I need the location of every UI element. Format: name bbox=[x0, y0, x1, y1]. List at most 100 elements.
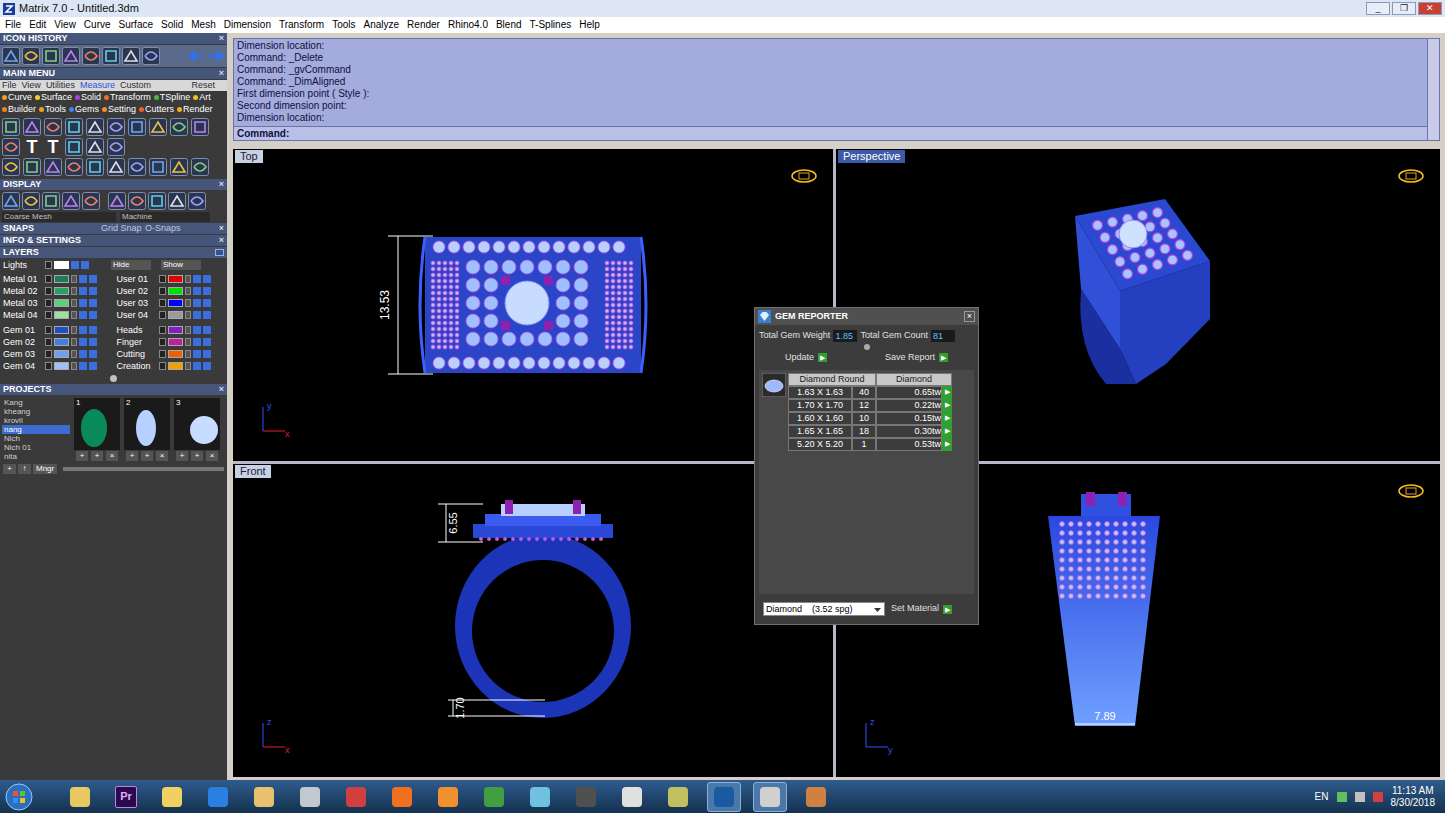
project-list-button[interactable]: ↑ bbox=[18, 464, 31, 474]
menu-item[interactable]: Tools bbox=[332, 20, 355, 30]
window-control-button[interactable]: _ bbox=[1366, 2, 1390, 15]
layer-visible-icon[interactable] bbox=[79, 311, 87, 319]
layer-color-swatch[interactable] bbox=[168, 287, 183, 295]
reset-button[interactable]: Reset bbox=[191, 80, 225, 91]
gem-row-button[interactable]: ▶ bbox=[942, 386, 952, 399]
layer-select-icon[interactable] bbox=[89, 350, 97, 358]
tool-icon[interactable] bbox=[102, 47, 120, 65]
gem-row-button[interactable]: ▶ bbox=[942, 438, 952, 451]
viewport-label[interactable]: Front bbox=[235, 465, 271, 478]
layer-visible-icon[interactable] bbox=[193, 326, 201, 334]
layer-color-swatch[interactable] bbox=[168, 311, 183, 319]
layer-select-icon[interactable] bbox=[89, 326, 97, 334]
tool-icon[interactable] bbox=[142, 47, 160, 65]
viewport[interactable]: 6.551.70Frontzx bbox=[233, 464, 833, 777]
start-button-icon[interactable] bbox=[4, 782, 34, 812]
menu-item[interactable]: Transform bbox=[279, 20, 324, 30]
manager-button[interactable]: Mngr bbox=[33, 464, 57, 474]
menu-item[interactable]: Mesh bbox=[191, 20, 215, 30]
taskbar-app[interactable] bbox=[753, 782, 787, 812]
project-item[interactable]: kheang bbox=[2, 407, 70, 416]
thumbnail-button[interactable]: + bbox=[76, 451, 88, 461]
tool-icon[interactable] bbox=[22, 47, 40, 65]
category-item[interactable]: Tools bbox=[39, 104, 66, 115]
layer-arrow-icon[interactable] bbox=[159, 275, 166, 283]
layer-arrow-icon[interactable] bbox=[159, 311, 166, 319]
layer-select-icon[interactable] bbox=[203, 350, 211, 358]
tool-icon[interactable] bbox=[149, 158, 167, 176]
update-button[interactable]: Update▶ bbox=[785, 351, 827, 365]
layer-select-icon[interactable] bbox=[89, 287, 97, 295]
viewport-label[interactable]: Top bbox=[235, 150, 263, 163]
gem-row[interactable]: 5.20 X 5.2010.53tw▶ bbox=[788, 438, 952, 451]
taskbar-app[interactable] bbox=[431, 782, 465, 812]
save-report-button[interactable]: Save Report▶ bbox=[885, 351, 948, 365]
taskbar-app[interactable] bbox=[523, 782, 557, 812]
menu-item[interactable]: Dimension bbox=[224, 20, 271, 30]
tool-icon[interactable] bbox=[62, 47, 80, 65]
layer-select-icon[interactable] bbox=[203, 362, 211, 370]
taskbar-app[interactable] bbox=[155, 782, 189, 812]
gem-row[interactable]: 1.63 X 1.63400.65tw▶ bbox=[788, 386, 952, 399]
thumbnail-button[interactable]: + bbox=[141, 451, 153, 461]
forward-arrow-icon[interactable] bbox=[207, 49, 225, 63]
tool-icon[interactable] bbox=[65, 138, 83, 156]
tool-icon[interactable] bbox=[82, 47, 100, 65]
layer-lock-icon[interactable] bbox=[71, 287, 77, 295]
layer-arrow-icon[interactable] bbox=[45, 350, 52, 358]
close-button[interactable]: × bbox=[964, 311, 975, 322]
main-menu-tab[interactable]: View bbox=[22, 80, 41, 91]
layer-select-icon[interactable] bbox=[89, 299, 97, 307]
command-scrollbar[interactable] bbox=[1427, 39, 1439, 140]
tool-icon[interactable] bbox=[107, 118, 125, 136]
layer-select-icon[interactable] bbox=[203, 338, 211, 346]
project-item[interactable]: krovil bbox=[2, 416, 70, 425]
layer-lock-icon[interactable] bbox=[185, 299, 191, 307]
taskbar-app[interactable] bbox=[201, 782, 235, 812]
close-button[interactable]: × bbox=[219, 385, 224, 394]
thumbnail-button[interactable]: + bbox=[176, 451, 188, 461]
category-item[interactable]: Gems bbox=[69, 104, 99, 115]
taskbar-app[interactable] bbox=[477, 782, 511, 812]
layer-lock-icon[interactable] bbox=[185, 350, 191, 358]
window-control-button[interactable]: ❐ bbox=[1392, 2, 1416, 15]
tray-icon[interactable] bbox=[1355, 792, 1365, 802]
tool-icon[interactable] bbox=[191, 158, 209, 176]
project-thumbnail[interactable]: 3++× bbox=[174, 398, 220, 461]
layer-lock-icon[interactable] bbox=[71, 338, 77, 346]
tool-icon[interactable] bbox=[86, 138, 104, 156]
layer-select-icon[interactable] bbox=[203, 311, 211, 319]
tool-icon[interactable] bbox=[42, 47, 60, 65]
menu-item[interactable]: Rhino4.0 bbox=[448, 20, 488, 30]
layer-arrow-icon[interactable] bbox=[159, 287, 166, 295]
tool-icon[interactable] bbox=[128, 158, 146, 176]
panel-button[interactable] bbox=[215, 249, 224, 256]
grid-snap-toggle[interactable]: Grid Snap bbox=[101, 223, 145, 234]
tool-icon[interactable] bbox=[86, 118, 104, 136]
layer-row[interactable]: Metal 02 bbox=[3, 285, 111, 297]
layer-color-swatch[interactable] bbox=[54, 287, 69, 295]
gem-row[interactable]: 1.60 X 1.60100.15tw▶ bbox=[788, 412, 952, 425]
gem-row-button[interactable]: ▶ bbox=[942, 425, 952, 438]
tool-icon[interactable] bbox=[170, 118, 188, 136]
tool-icon[interactable] bbox=[2, 158, 20, 176]
project-item[interactable]: Nich bbox=[2, 434, 70, 443]
category-item[interactable]: Setting bbox=[102, 104, 136, 115]
menu-item[interactable]: Edit bbox=[29, 20, 46, 30]
main-menu-tab[interactable]: Utilities bbox=[46, 80, 75, 91]
taskbar-app[interactable] bbox=[339, 782, 373, 812]
taskbar-app[interactable] bbox=[569, 782, 603, 812]
gem-row[interactable]: 1.65 X 1.65180.30tw▶ bbox=[788, 425, 952, 438]
tray-icon[interactable] bbox=[1337, 792, 1347, 802]
project-list-button[interactable]: + bbox=[3, 464, 16, 474]
thumbnail-button[interactable]: × bbox=[206, 451, 218, 461]
osnaps-toggle[interactable]: O-Snaps bbox=[145, 223, 181, 234]
layer-lock-icon[interactable] bbox=[185, 362, 191, 370]
layer-row[interactable]: Heads bbox=[117, 324, 225, 336]
viewport[interactable]: 13.53Topyx bbox=[233, 149, 833, 461]
tool-icon[interactable] bbox=[86, 158, 104, 176]
layer-arrow-icon[interactable] bbox=[45, 275, 52, 283]
layer-select-icon[interactable] bbox=[203, 326, 211, 334]
category-item[interactable]: Cutters bbox=[139, 104, 174, 115]
layer-lock-icon[interactable] bbox=[71, 326, 77, 334]
